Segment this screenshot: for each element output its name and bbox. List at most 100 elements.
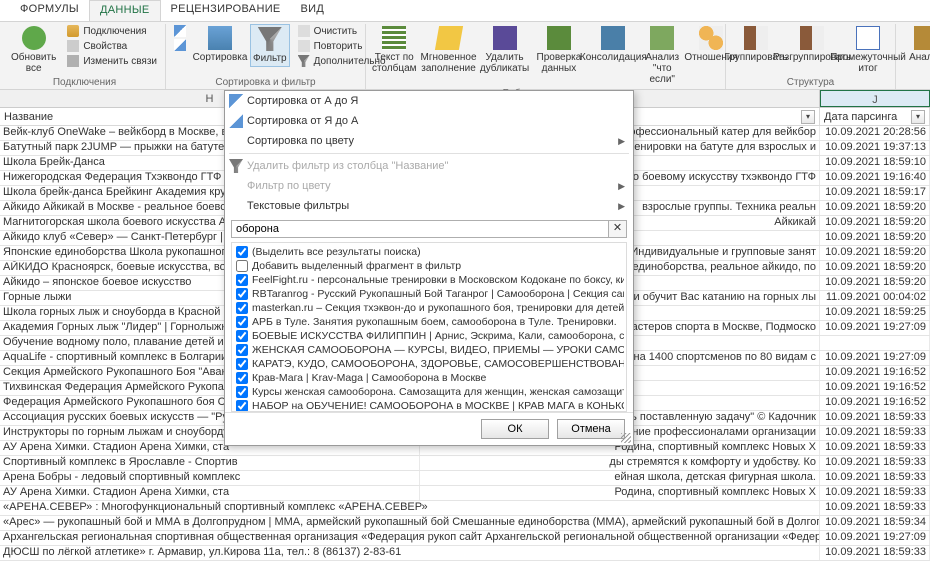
filter-item[interactable]: ЖЕНСКАЯ САМООБОРОНА — КУРСЫ, ВИДЕО, ПРИЕ… [234, 343, 624, 357]
filter-item[interactable]: АРБ в Туле. Занятия рукопашным боем, сам… [234, 315, 624, 329]
filter-label: Фильтр [253, 53, 287, 64]
table-row[interactable]: «АРЕНА.СЕВЕР» : Многофункциональный спор… [0, 501, 930, 516]
outline-group-label: Структура [730, 76, 891, 89]
filter-dropdown-description[interactable]: ▾ [801, 110, 815, 124]
table-row[interactable]: Архангельская региональная спортивная об… [0, 531, 930, 546]
header-parsedate-cell[interactable]: Дата парсинга ▾ [820, 108, 930, 125]
properties-label: Свойства [83, 41, 127, 52]
sort-az-label: Сортировка от А до Я [247, 95, 358, 107]
filter-icon [258, 27, 282, 51]
funnel-icon [229, 159, 243, 173]
consolidate-button[interactable]: Консолидация [587, 24, 639, 65]
checkbox[interactable] [236, 330, 248, 342]
sort-ascending[interactable]: Сортировка от А до Я [225, 91, 633, 111]
cell-date: 10.09.2021 19:16:40 [820, 171, 930, 185]
checkbox[interactable] [236, 274, 248, 286]
sort-filter-group-label: Сортировка и фильтр [170, 76, 361, 89]
filter-item[interactable]: FeelFight.ru - персональные тренировки в… [234, 273, 624, 287]
filter-item[interactable]: КАРАТЭ, КУДО, САМООБОРОНА, ЗДОРОВЬЕ, САМ… [234, 357, 624, 371]
tab-view[interactable]: ВИД [291, 0, 335, 21]
sigma-icon [856, 26, 880, 50]
flash-fill-button[interactable]: Мгновенное заполнение [423, 24, 475, 76]
text-filters[interactable]: Текстовые фильтры▶ [225, 196, 633, 216]
cell-date: 10.09.2021 19:27:09 [820, 351, 930, 365]
checkbox[interactable] [236, 386, 248, 398]
properties-button[interactable]: Свойства [63, 39, 161, 53]
sort-by-color[interactable]: Сортировка по цвету▶ [225, 131, 633, 151]
filter-item[interactable]: Крав-Мага | Krav-Maga | Самооборона в Мо… [234, 371, 624, 385]
table-row[interactable]: Спортивный комплекс в Ярославле - Спорти… [0, 456, 930, 471]
sort-az-small[interactable] [170, 24, 190, 38]
sort-label: Сортировка [193, 52, 248, 63]
sort-descending[interactable]: Сортировка от Я до А [225, 111, 633, 131]
resize-handle[interactable] [621, 433, 631, 443]
filter-popup: Сортировка от А до Я Сортировка от Я до … [224, 90, 634, 446]
cell-date: 10.09.2021 18:59:20 [820, 201, 930, 215]
cell-date: 10.09.2021 19:27:09 [820, 321, 930, 335]
edit-links-button[interactable]: Изменить связи [63, 54, 161, 68]
cell-date: 10.09.2021 18:59:33 [820, 546, 930, 560]
filter-item[interactable]: БОЕВЫЕ ИСКУССТВА ФИЛИППИН | Арнис, Эскри… [234, 329, 624, 343]
remove-dup-button[interactable]: Удалить дубликаты [479, 24, 531, 76]
filter-search-input[interactable] [231, 220, 609, 238]
cancel-button[interactable]: Отмена [557, 419, 625, 439]
text-to-columns-button[interactable]: Текст по столбцам [370, 24, 419, 76]
clear-search-button[interactable]: ✕ [609, 220, 627, 238]
analyze-button[interactable]: Анализ [900, 24, 930, 65]
whatif-label: Анализ "что если" [645, 52, 679, 85]
tab-formulas[interactable]: ФОРМУЛЫ [10, 0, 89, 21]
filter-button[interactable]: Фильтр [250, 24, 290, 67]
flash-fill-label: Мгновенное заполнение [421, 52, 477, 74]
sort-button[interactable]: Сортировка [194, 24, 246, 65]
bars-icon [382, 26, 406, 50]
checkbox[interactable] [236, 316, 248, 328]
connections-label: Подключения [83, 26, 146, 37]
checkbox[interactable] [236, 358, 248, 370]
connections-button[interactable]: Подключения [63, 24, 161, 38]
table-row[interactable]: «Арес» — рукопашный бой и ММА в Долгопру… [0, 516, 930, 531]
filter-item[interactable]: Курсы женская самооборона. Самозащита дл… [234, 385, 624, 399]
validate-button[interactable]: Проверка данных [535, 24, 584, 76]
ok-button[interactable]: ОК [481, 419, 549, 439]
cell-title: Спортивный комплекс в Ярославле - Спорти… [0, 456, 420, 470]
checkbox[interactable] [236, 288, 248, 300]
checkbox[interactable] [236, 260, 248, 272]
checkbox[interactable] [236, 246, 248, 258]
cell-date: 10.09.2021 18:59:33 [820, 501, 930, 515]
tab-data[interactable]: ДАННЫЕ [89, 0, 161, 21]
checkbox[interactable] [236, 302, 248, 314]
flash-icon [434, 26, 462, 50]
add-selection-to-filter[interactable]: Добавить выделенный фрагмент в фильтр [234, 259, 624, 273]
cell-date: 10.09.2021 18:59:33 [820, 426, 930, 440]
sort-az-icon [174, 25, 186, 37]
checkbox[interactable] [236, 344, 248, 356]
props-icon [67, 40, 79, 52]
whatif-button[interactable]: Анализ "что если" [643, 24, 681, 87]
table-row[interactable]: ДЮСШ по лёгкой атлетике» г. Армавир, ул.… [0, 546, 930, 561]
table-row[interactable]: АУ Арена Химки. Стадион Арена Химки, ста… [0, 486, 930, 501]
col-header-j[interactable]: J [820, 90, 930, 107]
filter-checkbox-list[interactable]: (Выделить все результаты поиска) Добавит… [231, 242, 627, 412]
reapply-icon [298, 40, 310, 52]
cell-date: 10.09.2021 18:59:33 [820, 411, 930, 425]
cell-title: АУ Арена Химки. Стадион Арена Химки, ста [0, 486, 420, 500]
checkbox[interactable] [236, 400, 248, 412]
filter-item[interactable]: RBTaranrog - Русский Рукопашный Бой Тага… [234, 287, 624, 301]
header-title-label: Название [4, 111, 53, 123]
sort-za-small[interactable] [170, 38, 190, 52]
refresh-all-button[interactable]: Обновить все [8, 24, 59, 76]
check-icon [547, 26, 571, 50]
text-filters-label: Текстовые фильтры [247, 200, 349, 212]
cell-date: 10.09.2021 18:59:33 [820, 486, 930, 500]
checkbox[interactable] [236, 372, 248, 384]
cell-date: 11.09.2021 00:04:02 [820, 291, 930, 305]
filter-dropdown-parsedate[interactable]: ▾ [911, 110, 925, 124]
tab-review[interactable]: РЕЦЕНЗИРОВАНИЕ [161, 0, 291, 21]
select-all-results[interactable]: (Выделить все результаты поиска) [234, 245, 624, 259]
cell-date: 10.09.2021 18:59:20 [820, 231, 930, 245]
table-row[interactable]: Арена Бобры - ледовый спортивный комплек… [0, 471, 930, 486]
filter-item[interactable]: НАБОР на ОБУЧЕНИЕ! САМООБОРОНА в МОСКВЕ … [234, 399, 624, 412]
subtotal-button[interactable]: Промежуточный итог [842, 24, 894, 76]
filter-item[interactable]: masterkan.ru – Секция тхэквон-до и рукоп… [234, 301, 624, 315]
cell-description: ды стремятся к комфорту и удобству. Ко [420, 456, 820, 470]
